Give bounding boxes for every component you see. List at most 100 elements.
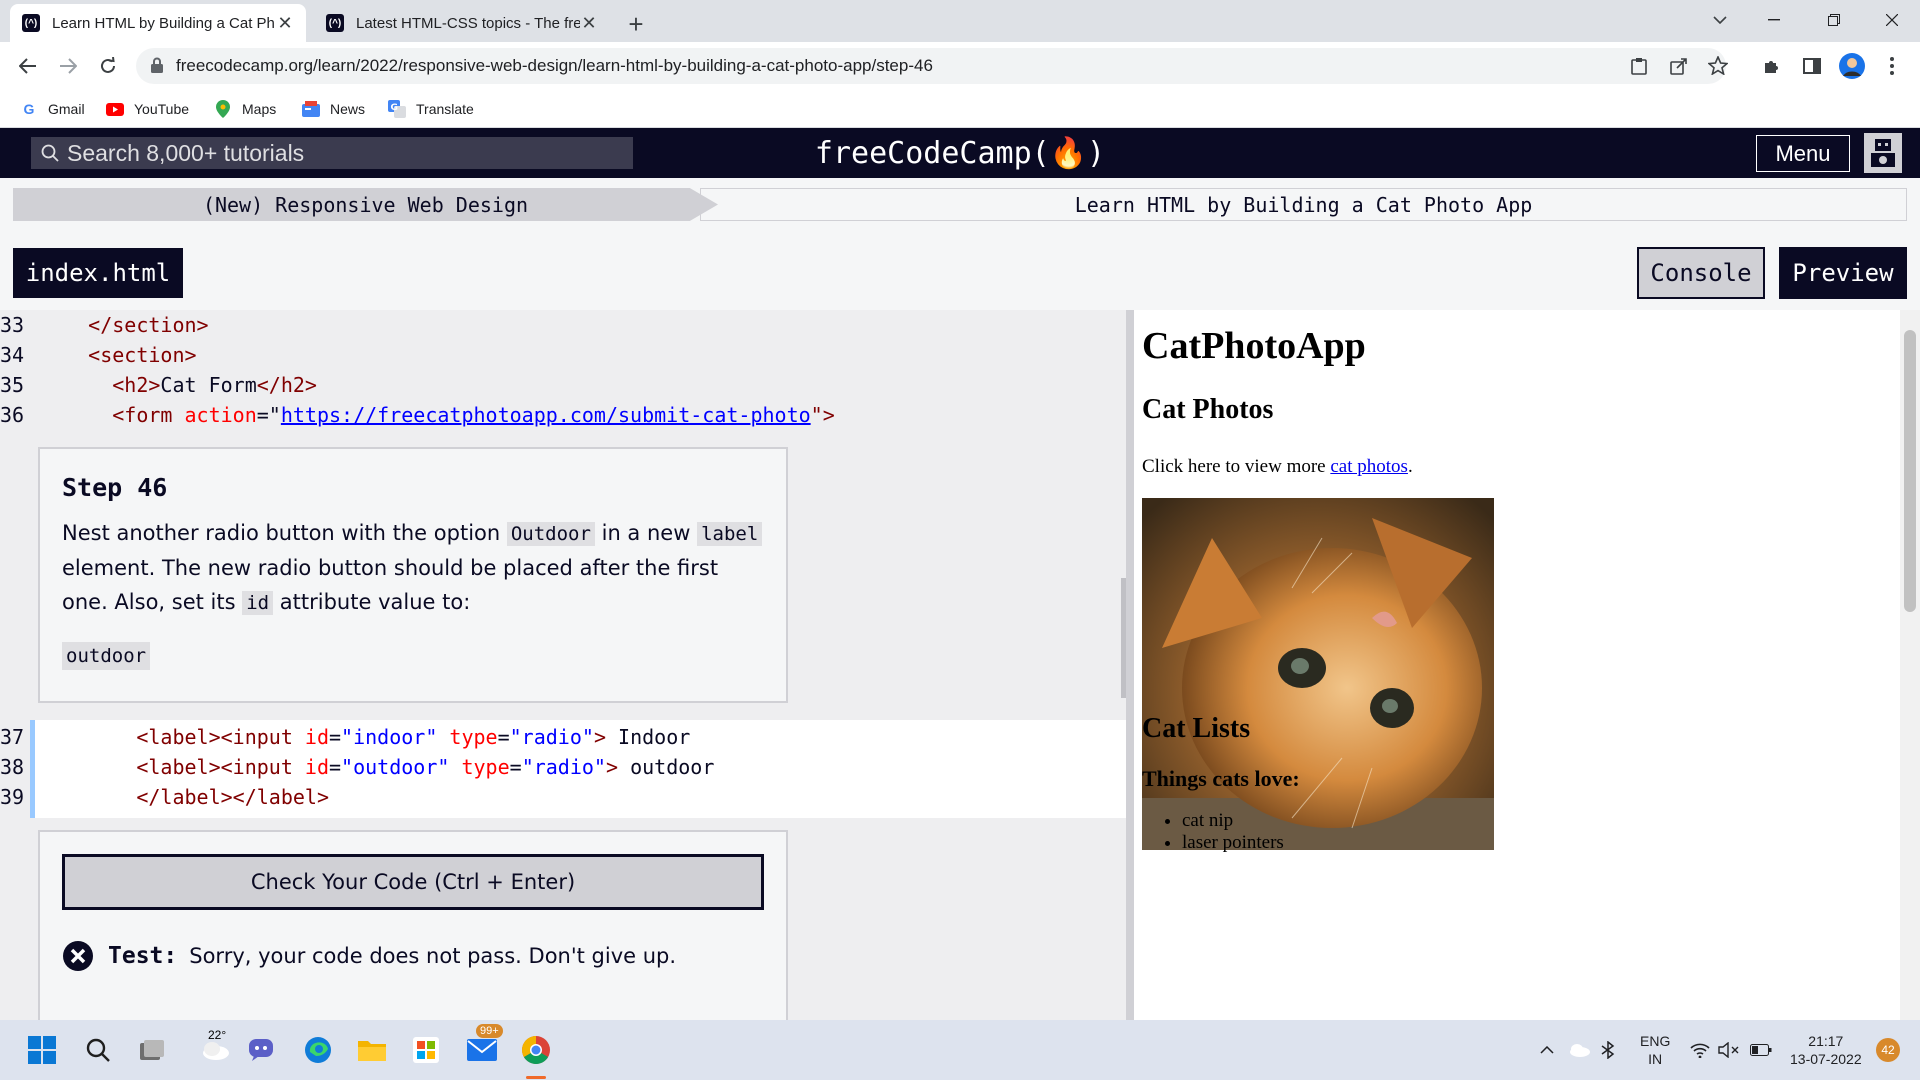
preview-scrollbar-thumb[interactable] bbox=[1904, 330, 1916, 612]
bookmark-label: Translate bbox=[416, 101, 474, 117]
back-icon[interactable] bbox=[12, 50, 44, 82]
bluetooth-icon[interactable] bbox=[1600, 1020, 1616, 1080]
pane-resizer[interactable] bbox=[1126, 310, 1134, 1020]
breadcrumb-course[interactable]: (New) Responsive Web Design bbox=[13, 188, 718, 221]
mail-icon[interactable]: 99+ bbox=[462, 1024, 503, 1070]
forward-icon[interactable] bbox=[52, 50, 84, 82]
notification-count-badge[interactable]: 42 bbox=[1876, 1038, 1900, 1062]
check-code-button[interactable]: Check Your Code (Ctrl + Enter) bbox=[62, 854, 764, 910]
code-text: </section> bbox=[40, 310, 208, 340]
code-line[interactable]: 36 <form action="https://freecatphotoapp… bbox=[0, 400, 1126, 430]
windows-start-icon[interactable] bbox=[22, 1030, 62, 1070]
line-number: 35 bbox=[0, 373, 25, 397]
taskbar-search-icon[interactable] bbox=[78, 1030, 118, 1070]
code-line[interactable]: 33 </section> bbox=[0, 310, 1126, 340]
code-token: = bbox=[509, 755, 522, 779]
editor-scrollbar[interactable] bbox=[1121, 578, 1126, 698]
freecodecamp-favicon-icon: (^) bbox=[22, 14, 40, 32]
microsoft-store-icon[interactable] bbox=[406, 1030, 446, 1070]
address-bar[interactable]: freecodecamp.org/learn/2022/responsive-w… bbox=[136, 48, 1728, 84]
code-line[interactable]: 35 <h2>Cat Form</h2> bbox=[0, 370, 1126, 400]
reload-icon[interactable] bbox=[92, 50, 124, 82]
extensions-puzzle-icon[interactable] bbox=[1756, 50, 1788, 82]
browser-menu-icon[interactable] bbox=[1876, 50, 1908, 82]
close-window-icon[interactable] bbox=[1864, 0, 1920, 40]
share-icon[interactable] bbox=[1670, 57, 1688, 75]
preview-subheading-photos: Cat Photos bbox=[1142, 394, 1274, 425]
breadcrumb-project[interactable]: Learn HTML by Building a Cat Photo App bbox=[700, 188, 1907, 221]
bookmark-translate[interactable]: G Translate bbox=[388, 96, 474, 122]
clock[interactable]: 21:17 13-07-2022 bbox=[1790, 1020, 1862, 1080]
task-view-icon[interactable] bbox=[132, 1030, 172, 1070]
code-line[interactable]: 34 <section> bbox=[0, 340, 1126, 370]
code-line[interactable]: 37 <label><input id="indoor" type="radio… bbox=[0, 722, 1126, 752]
code-token: <form bbox=[112, 403, 185, 427]
console-button[interactable]: Console bbox=[1637, 247, 1765, 299]
bookmark-news[interactable]: News bbox=[302, 96, 365, 122]
bookmark-star-icon[interactable] bbox=[1708, 56, 1728, 75]
close-tab-icon[interactable]: ✕ bbox=[580, 13, 598, 34]
language-indicator[interactable]: ENG IN bbox=[1640, 1020, 1670, 1080]
user-avatar[interactable] bbox=[1864, 133, 1902, 173]
test-label: Test: bbox=[108, 943, 178, 969]
teams-chat-icon[interactable] bbox=[242, 1030, 282, 1070]
code-token: <label><input bbox=[136, 725, 305, 749]
browser-tab-active[interactable]: (^) Learn HTML by Building a Cat Ph ✕ bbox=[10, 4, 306, 42]
region-code: IN bbox=[1648, 1051, 1663, 1067]
bookmark-label: Maps bbox=[242, 101, 277, 117]
search-placeholder: Search 8,000+ tutorials bbox=[67, 139, 305, 166]
onedrive-cloud-icon[interactable] bbox=[1568, 1020, 1590, 1080]
line-number: 38 bbox=[0, 755, 25, 779]
code-token: = bbox=[329, 725, 342, 749]
tray-chevron-up-icon[interactable] bbox=[1540, 1020, 1554, 1080]
code-text: <form action="https://freecatphotoapp.co… bbox=[40, 400, 835, 430]
battery-icon[interactable] bbox=[1750, 1020, 1772, 1080]
lock-icon[interactable] bbox=[150, 57, 164, 74]
code-token: https://freecatphotoapp.com/submit-cat-p… bbox=[280, 403, 811, 427]
file-tab-index-html[interactable]: index.html bbox=[13, 248, 183, 298]
bookmark-gmail[interactable]: G Gmail bbox=[20, 96, 85, 122]
code-token: Cat Form bbox=[160, 373, 257, 397]
clock-date: 13-07-2022 bbox=[1790, 1051, 1862, 1067]
inline-code: label bbox=[697, 522, 763, 546]
fcc-navbar: Search 8,000+ tutorials freeCodeCamp(🔥) … bbox=[0, 128, 1920, 178]
wifi-icon[interactable] bbox=[1690, 1020, 1710, 1080]
fail-x-icon bbox=[62, 940, 94, 972]
browser-tab[interactable]: (^) Latest HTML-CSS topics - The fre ✕ bbox=[314, 4, 610, 42]
side-panel-icon[interactable] bbox=[1796, 50, 1828, 82]
profile-avatar[interactable] bbox=[1836, 50, 1868, 82]
close-tab-icon[interactable]: ✕ bbox=[276, 13, 294, 34]
code-line[interactable]: 39 </label></label> bbox=[0, 782, 1126, 812]
preview-paragraph: Click here to view more cat photos. bbox=[1142, 456, 1413, 478]
search-input[interactable]: Search 8,000+ tutorials bbox=[31, 137, 633, 169]
clipboard-icon[interactable] bbox=[1631, 57, 1647, 75]
minimize-icon[interactable] bbox=[1746, 0, 1802, 40]
inline-code: Outdoor bbox=[506, 522, 595, 546]
volume-muted-icon[interactable] bbox=[1718, 1020, 1740, 1080]
code-token: id bbox=[304, 725, 329, 749]
new-tab-button[interactable]: + bbox=[620, 8, 652, 40]
code-token: action bbox=[184, 403, 257, 427]
cat-photos-link[interactable]: cat photos bbox=[1330, 456, 1408, 477]
chrome-icon[interactable] bbox=[516, 1030, 556, 1070]
code-token: type bbox=[449, 725, 498, 749]
restore-icon[interactable] bbox=[1806, 0, 1862, 40]
weather-widget-icon[interactable]: 22° bbox=[190, 1028, 240, 1070]
maps-icon bbox=[214, 100, 232, 118]
test-panel: Check Your Code (Ctrl + Enter) Test: Sor… bbox=[38, 830, 788, 1020]
code-token: =" bbox=[256, 403, 281, 427]
list-item: laser pointers bbox=[1182, 832, 1284, 854]
code-line[interactable]: 38 <label><input id="outdoor" type="radi… bbox=[0, 752, 1126, 782]
bookmark-maps[interactable]: Maps bbox=[214, 96, 276, 122]
code-text: <h2>Cat Form</h2> bbox=[40, 370, 317, 400]
preview-button[interactable]: Preview bbox=[1779, 247, 1907, 299]
code-editor[interactable]: 33 </section> 34 <section> 35 <h2>Cat Form… bbox=[0, 310, 1126, 1020]
edge-browser-icon[interactable] bbox=[298, 1030, 338, 1070]
bookmark-youtube[interactable]: YouTube bbox=[106, 96, 189, 122]
tab-search-chevron-icon[interactable] bbox=[1692, 0, 1748, 40]
menu-button[interactable]: Menu bbox=[1756, 135, 1850, 172]
code-token: Indoor bbox=[605, 725, 691, 749]
step-title: Step 46 bbox=[62, 473, 168, 502]
file-explorer-icon[interactable] bbox=[352, 1030, 392, 1070]
